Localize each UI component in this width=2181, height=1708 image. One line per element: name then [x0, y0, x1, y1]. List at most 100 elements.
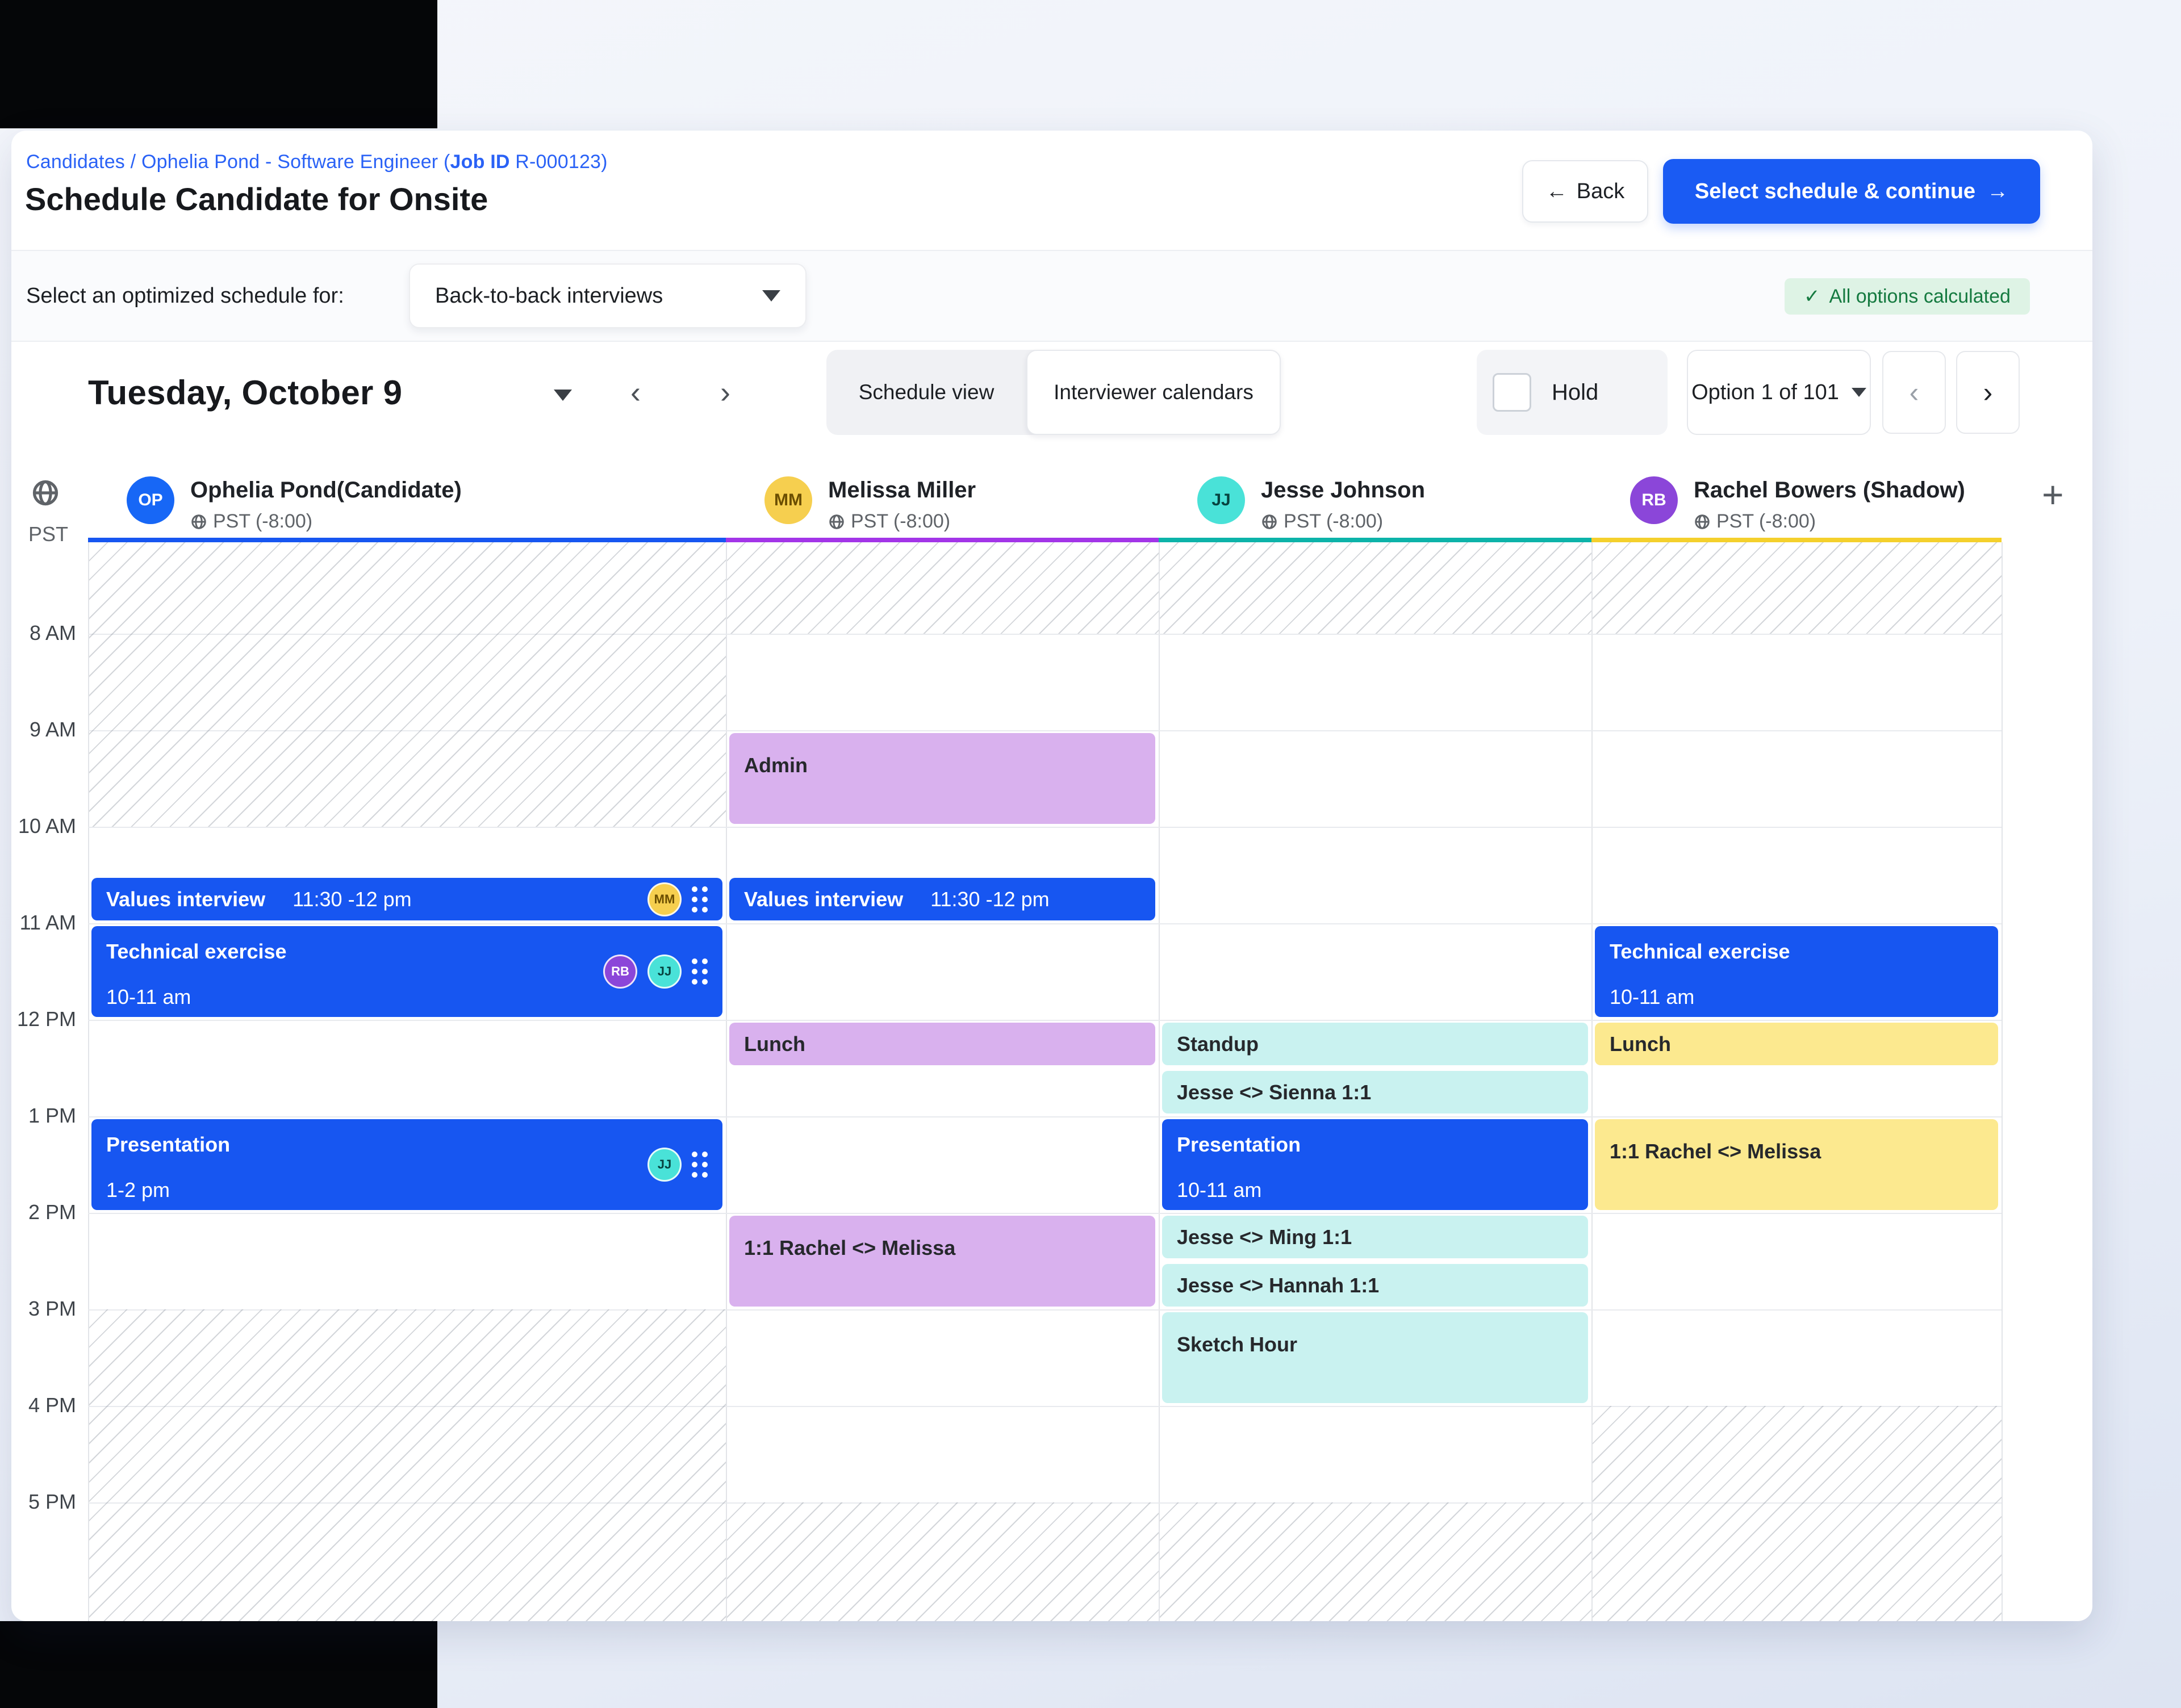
event-title: Jesse <> Ming 1:1 — [1177, 1225, 1352, 1249]
optimized-schedule-label: Select an optimized schedule for: — [26, 251, 344, 341]
event-technical-exercise[interactable]: Technical exercise10-11 amRBJJ — [91, 926, 722, 1017]
time-label: 1 PM — [14, 1104, 76, 1128]
event-1-1-rachel-melissa[interactable]: 1:1 Rachel <> Melissa — [729, 1216, 1155, 1307]
gutter-timezone-label: PST — [28, 522, 68, 546]
unavailable-hatch — [89, 542, 726, 827]
hold-group: Hold — [1477, 350, 1668, 435]
event-time: 10-11 am — [1610, 985, 1694, 1009]
time-label: 12 PM — [14, 1007, 76, 1031]
hour-gridline — [88, 1116, 2002, 1117]
event-title: Jesse <> Hannah 1:1 — [1177, 1274, 1379, 1297]
event-technical-exercise[interactable]: Technical exercise 10-11 am — [1595, 926, 1998, 1017]
event-title: Presentation — [106, 1133, 230, 1157]
back-button[interactable]: ← Back — [1522, 160, 1648, 223]
column-timezone: PST (-8:00) — [1694, 510, 1816, 533]
timezone-text: PST (-8:00) — [213, 510, 312, 533]
avatar: RB — [1630, 476, 1678, 524]
avatar-melissa: MM — [647, 882, 682, 916]
option-prev-button[interactable]: ‹ — [1882, 351, 1946, 434]
unavailable-hatch — [727, 542, 1159, 634]
event-title: Technical exercise — [1610, 940, 1790, 964]
all-options-calculated-badge: ✓ All options calculated — [1785, 278, 2030, 315]
option-label: Option 1 of 101 — [1691, 380, 1839, 405]
schedule-type-dropdown[interactable]: Back-to-back interviews — [409, 263, 807, 328]
date-prev-button[interactable]: ‹ — [630, 342, 641, 443]
avatar-jesse: JJ — [647, 955, 682, 989]
event-title: Admin — [744, 753, 808, 777]
column-border — [1159, 542, 1160, 1621]
globe-icon — [190, 513, 207, 530]
date-next-button[interactable]: › — [720, 342, 730, 443]
calendar-toolbar: Tuesday, October 9 ‹ › Schedule view Int… — [11, 342, 2092, 443]
event-title: Presentation — [1177, 1133, 1301, 1157]
breadcrumb-job-id: Job ID — [450, 151, 510, 173]
event-title: Standup — [1177, 1032, 1259, 1056]
event-title: Technical exercise — [106, 940, 287, 964]
event-lunch[interactable]: Lunch — [729, 1023, 1155, 1065]
tab-interviewer-calendars[interactable]: Interviewer calendars — [1026, 350, 1281, 435]
event-title: 1:1 Rachel <> Melissa — [1610, 1140, 1821, 1163]
column-timezone: PST (-8:00) — [828, 510, 950, 533]
drag-handle-icon[interactable] — [692, 958, 708, 985]
column-border — [2002, 542, 2003, 1621]
event-admin[interactable]: Admin — [729, 733, 1155, 824]
breadcrumb-suffix: R-000123) — [510, 151, 608, 173]
date-label[interactable]: Tuesday, October 9 — [88, 342, 402, 443]
event-1-1-rachel-melissa[interactable]: 1:1 Rachel <> Melissa — [1595, 1119, 1998, 1210]
event-lunch[interactable]: Lunch — [1595, 1023, 1998, 1065]
drag-handle-icon[interactable] — [692, 886, 708, 912]
option-selector[interactable]: Option 1 of 101 — [1687, 350, 1871, 435]
schedule-app-card: Candidates / Ophelia Pond - Software Eng… — [11, 131, 2092, 1621]
time-label: 3 PM — [14, 1297, 76, 1321]
unavailable-hatch — [727, 1502, 1159, 1621]
hour-gridline — [88, 1020, 2002, 1021]
select-schedule-continue-button[interactable]: Select schedule & continue → — [1663, 159, 2040, 224]
event-jesse-hannah-1-1[interactable]: Jesse <> Hannah 1:1 — [1162, 1264, 1588, 1307]
time-label: 11 AM — [14, 911, 76, 935]
continue-button-label: Select schedule & continue — [1695, 179, 1975, 204]
unavailable-hatch — [89, 1309, 726, 1621]
drag-handle-icon[interactable] — [692, 1152, 708, 1178]
time-label: 10 AM — [14, 814, 76, 838]
event-sketch-hour[interactable]: Sketch Hour — [1162, 1312, 1588, 1403]
event-jesse-ming-1-1[interactable]: Jesse <> Ming 1:1 — [1162, 1216, 1588, 1258]
hold-checkbox[interactable] — [1493, 373, 1531, 412]
event-values-interview[interactable]: Values interview11:30 -12 pm — [729, 878, 1155, 920]
bottom-left-black-bar — [0, 1621, 437, 1708]
add-column-button[interactable]: + — [2042, 476, 2064, 513]
event-title: Lunch — [1610, 1032, 1671, 1056]
time-label: 5 PM — [14, 1490, 76, 1514]
avatar: MM — [764, 476, 812, 524]
column-name: Ophelia Pond(Candidate) — [190, 478, 462, 503]
hour-gridline — [88, 923, 2002, 924]
event-presentation[interactable]: Presentation10-11 am — [1162, 1119, 1588, 1210]
event-time: 11:30 -12 pm — [293, 888, 411, 911]
time-label: 9 AM — [14, 718, 76, 742]
globe-icon — [31, 478, 60, 510]
unavailable-hatch — [1593, 542, 2002, 634]
avatar-rachel: RB — [603, 955, 637, 989]
column-timezone: PST (-8:00) — [190, 510, 312, 533]
event-jesse-sienna-1-1[interactable]: Jesse <> Sienna 1:1 — [1162, 1071, 1588, 1113]
event-presentation[interactable]: Presentation1-2 pmJJ — [91, 1119, 722, 1210]
time-label: 4 PM — [14, 1393, 76, 1417]
option-next-button[interactable]: › — [1956, 351, 2020, 434]
schedule-type-value: Back-to-back interviews — [435, 284, 663, 308]
column-underline — [88, 538, 726, 542]
tab-schedule-view[interactable]: Schedule view — [826, 350, 1026, 435]
breadcrumb[interactable]: Candidates / Ophelia Pond - Software Eng… — [26, 151, 608, 173]
column-name: Jesse Johnson — [1261, 478, 1425, 503]
chevron-down-icon — [762, 290, 780, 302]
arrow-right-icon: → — [1987, 179, 2008, 204]
column-underline — [726, 538, 1159, 542]
breadcrumb-text[interactable]: Candidates / Ophelia Pond - Software Eng… — [26, 151, 450, 173]
avatar-jesse: JJ — [647, 1148, 682, 1182]
column-border — [726, 542, 727, 1621]
globe-icon — [1261, 513, 1278, 530]
check-icon: ✓ — [1804, 285, 1820, 308]
avatar: JJ — [1197, 476, 1245, 524]
column-name: Rachel Bowers (Shadow) — [1694, 478, 1965, 503]
date-chevron-down-icon[interactable] — [554, 390, 572, 401]
event-values-interview[interactable]: Values interview11:30 -12 pmMM — [91, 878, 722, 920]
event-standup[interactable]: Standup — [1162, 1023, 1588, 1065]
